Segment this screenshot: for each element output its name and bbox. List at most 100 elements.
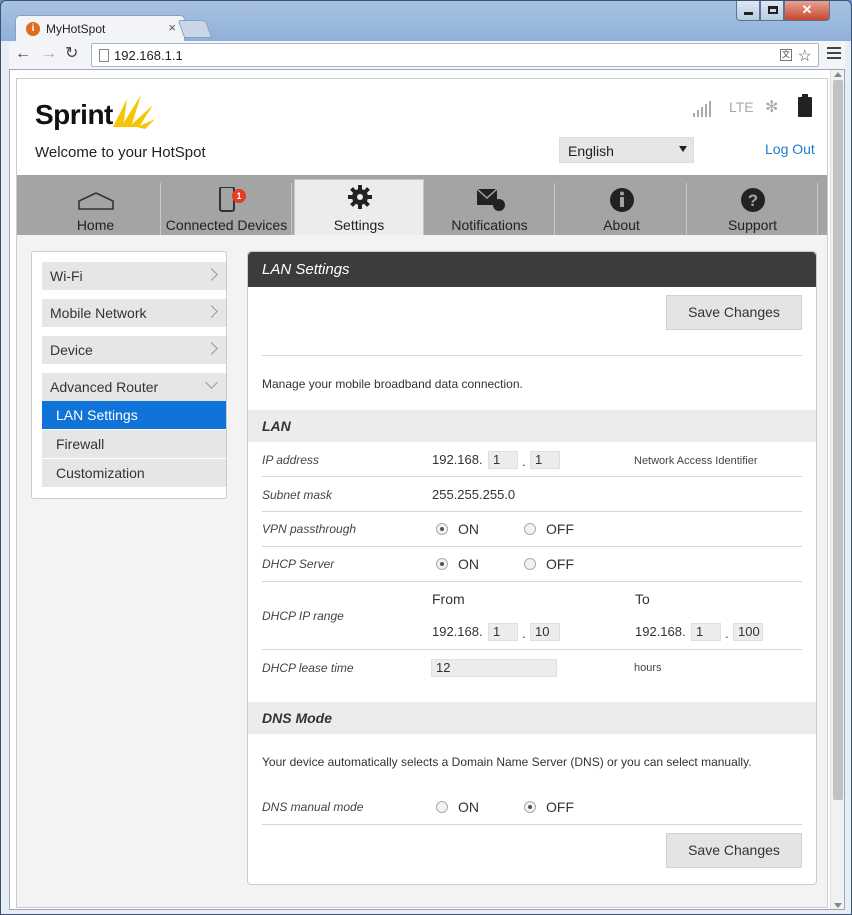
minimize-button[interactable] [736,1,760,21]
dns-off-radio[interactable] [524,801,536,813]
nai-label: Network Access Identifier [634,455,758,467]
ip-octet4-input[interactable]: 1 [530,451,560,469]
scroll-up-icon[interactable] [834,72,842,77]
panel-header: LAN Settings [248,252,816,287]
favicon-icon: i [26,22,40,36]
lan-section-header: LAN [248,410,816,442]
tab-about[interactable]: About [557,183,687,235]
battery-icon [798,94,812,117]
browser-tab[interactable]: i MyHotSpot × [15,15,185,41]
maximize-icon [768,6,778,14]
to-label: To [635,591,650,607]
vpn-off-radio[interactable] [524,523,536,535]
tab-connected-devices[interactable]: 1 Connected Devices [162,183,292,235]
range-from-octet4-input[interactable]: 10 [530,623,560,641]
tab-support[interactable]: ? Support [688,183,818,235]
bookmark-star-icon[interactable]: ☆ [798,46,812,66]
lease-unit: hours [634,662,662,674]
dns-description: Your device automatically selects a Doma… [262,755,752,769]
envelope-icon [476,188,505,211]
save-changes-button[interactable]: Save Changes [666,295,802,330]
device-icon [219,187,235,212]
address-bar[interactable]: 192.168.1.1 文 ☆ [91,43,819,67]
bluetooth-icon: ✻ [765,99,779,116]
new-tab-button[interactable] [177,20,213,38]
panel-description: Manage your mobile broadband data connec… [262,377,523,391]
vertical-scrollbar[interactable] [830,70,844,909]
dhcp-server-label: DHCP Server [262,557,335,571]
reload-icon[interactable]: ↻ [65,46,78,62]
panel-title: LAN Settings [262,261,350,278]
subnet-mask-value: 255.255.255.0 [432,487,516,502]
chevron-right-icon [205,268,218,281]
page-icon [99,49,109,62]
forward-icon[interactable]: → [41,46,57,62]
welcome-text: Welcome to your HotSpot [35,144,206,161]
range-to-octet3-input[interactable]: 1 [691,623,721,641]
help-icon: ? [741,188,765,212]
dns-section-header: DNS Mode [248,702,816,734]
tab-title: MyHotSpot [46,22,106,36]
save-changes-button-bottom[interactable]: Save Changes [666,833,802,868]
gear-icon [348,185,372,209]
tab-strip: i MyHotSpot × [9,15,709,41]
ip-address-label: IP address [262,453,319,467]
maximize-button[interactable] [760,1,784,21]
sprint-logo: Sprint [35,87,155,133]
chevron-right-icon [205,305,218,318]
network-type: LTE [729,99,754,115]
settings-sidebar: Wi-Fi Mobile Network Device Advanced Rou… [31,251,227,499]
scroll-thumb[interactable] [833,80,843,800]
hotspot-page: Sprint Welcome to your HotSpot LTE ✻ Eng… [16,78,828,908]
scroll-down-icon[interactable] [834,903,842,908]
from-label: From [432,591,465,607]
sprint-wing-icon [113,95,155,129]
range-from-octet3-input[interactable]: 1 [488,623,518,641]
info-icon [610,188,634,212]
browser-toolbar: ← → ↻ 192.168.1.1 文 ☆ [9,41,845,69]
vpn-on-radio[interactable] [436,523,448,535]
range-to-octet4-input[interactable]: 100 [733,623,763,641]
minimize-icon [744,12,753,15]
translate-icon[interactable]: 文 [780,49,792,61]
browser-window: i MyHotSpot × ✕ ← → ↻ 192.168.1.1 文 ☆ Sp… [0,0,852,915]
url-text[interactable]: 192.168.1.1 [114,48,183,63]
tab-notifications[interactable]: Notifications [425,183,555,235]
tab-settings[interactable]: Settings [294,179,424,235]
tab-close-icon[interactable]: × [168,20,176,35]
notification-badge: 1 [232,189,246,203]
sidebar-item-device[interactable]: Device [42,336,226,364]
chevron-right-icon [205,342,218,355]
back-icon[interactable]: ← [15,46,31,62]
page-viewport: Sprint Welcome to your HotSpot LTE ✻ Eng… [9,69,845,910]
menu-icon[interactable] [827,47,841,62]
ip-prefix: 192.168. [432,452,483,467]
svg-text:?: ? [748,191,758,210]
signal-icon [693,101,711,117]
dhcp-off-radio[interactable] [524,558,536,570]
ip-octet3-input[interactable]: 1 [488,451,518,469]
tab-home[interactable]: Home [31,183,161,235]
chevron-down-icon [679,146,687,152]
divider [262,355,802,356]
vpn-passthrough-label: VPN passthrough [262,522,357,536]
sidebar-item-advanced-router[interactable]: Advanced Router [42,373,226,401]
page-header: Sprint Welcome to your HotSpot LTE ✻ Eng… [17,79,827,175]
sidebar-item-wifi[interactable]: Wi-Fi [42,262,226,290]
close-window-button[interactable]: ✕ [784,1,830,21]
logout-link[interactable]: Log Out [765,141,815,157]
sidebar-item-firewall[interactable]: Firewall [42,430,226,458]
chevron-down-icon [205,376,218,389]
dns-on-radio[interactable] [436,801,448,813]
sidebar-item-lan-settings[interactable]: LAN Settings [42,401,226,429]
sidebar-item-mobile-network[interactable]: Mobile Network [42,299,226,327]
language-select[interactable]: English [559,137,694,163]
sidebar-item-customization[interactable]: Customization [42,459,226,487]
home-icon [78,192,114,210]
dhcp-range-label: DHCP IP range [262,609,344,623]
main-nav: Home 1 Connected Devices Settings Notifi… [17,175,827,235]
dhcp-on-radio[interactable] [436,558,448,570]
status-icons: LTE ✻ [693,94,823,119]
dns-manual-label: DNS manual mode [262,800,364,814]
lease-time-input[interactable]: 12 [431,659,557,677]
